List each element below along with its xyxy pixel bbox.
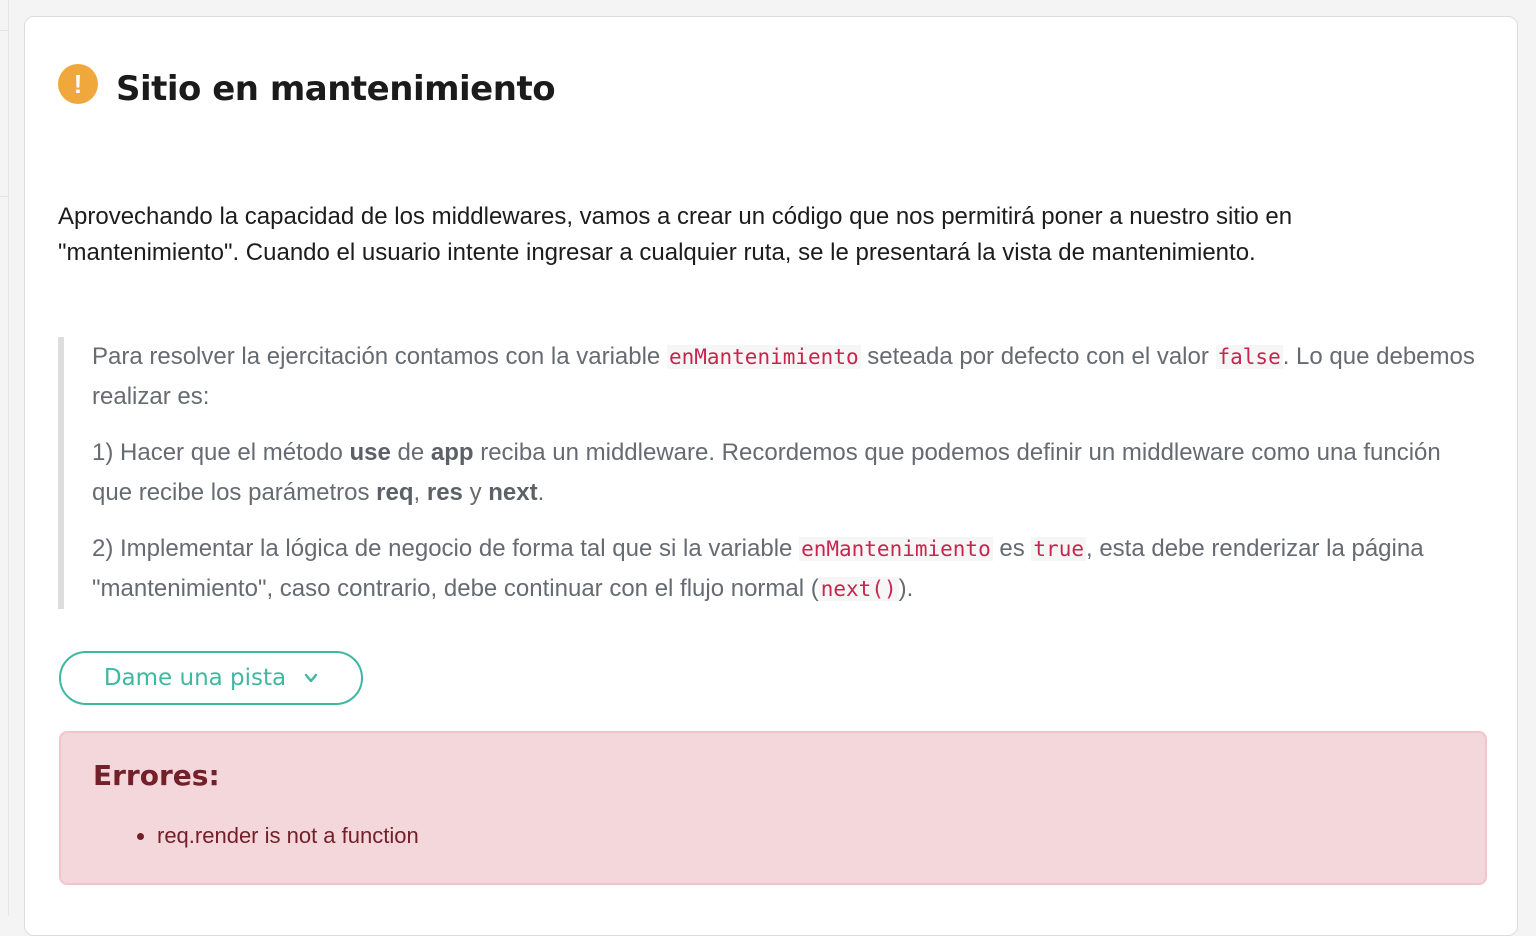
- text-span: .: [537, 479, 545, 506]
- text-span: es: [992, 535, 1032, 562]
- instructions-blockquote: Para resolver la ejercitación contamos c…: [58, 337, 1478, 609]
- text-span: y: [462, 479, 489, 506]
- bold-term: req: [376, 479, 414, 506]
- left-panel-divider: [0, 196, 8, 197]
- page-title: Sitio en mantenimiento: [116, 69, 556, 109]
- text-span: Para resolver la ejercitación contamos c…: [92, 343, 667, 370]
- bold-term: use: [349, 439, 391, 466]
- inline-code: false: [1215, 345, 1283, 369]
- hint-button-label: Dame una pista: [103, 665, 287, 691]
- exclamation-circle-icon: !: [58, 64, 98, 104]
- left-panel-edge: [0, 0, 9, 916]
- exclamation-glyph: !: [73, 69, 83, 99]
- text-span: de: [390, 439, 431, 466]
- text-span: 2) Implementar la lógica de negocio de f…: [92, 535, 800, 562]
- errors-list: req.render is not a function: [125, 821, 419, 851]
- bold-term: next: [488, 479, 538, 506]
- text-span: seteada por defecto con el valor: [860, 343, 1216, 370]
- inline-code: next(): [818, 577, 899, 601]
- left-panel-divider: [0, 30, 8, 31]
- bold-term: app: [430, 439, 474, 466]
- chevron-down-icon: [304, 673, 318, 683]
- inline-code: enMantenimiento: [799, 537, 993, 561]
- instruction-paragraph-1: Para resolver la ejercitación contamos c…: [92, 337, 1478, 417]
- instruction-paragraph-2: 1) Hacer que el método use de app reciba…: [92, 433, 1478, 513]
- exercise-header: ! Sitio en mantenimiento: [58, 64, 556, 109]
- errors-title: Errores:: [93, 759, 220, 792]
- exercise-card: ! Sitio en mantenimiento Aprovechando la…: [24, 16, 1518, 936]
- hint-button[interactable]: Dame una pista: [59, 651, 363, 705]
- bold-term: res: [426, 479, 463, 506]
- inline-code: true: [1031, 537, 1086, 561]
- errors-alert: Errores: req.render is not a function: [59, 731, 1487, 885]
- instruction-paragraph-3: 2) Implementar la lógica de negocio de f…: [92, 529, 1478, 609]
- text-span: 1) Hacer que el método: [92, 439, 350, 466]
- text-span: ,: [413, 479, 427, 506]
- error-item: req.render is not a function: [157, 821, 419, 851]
- intro-paragraph: Aprovechando la capacidad de los middlew…: [58, 203, 1293, 266]
- inline-code: enMantenimiento: [666, 345, 861, 369]
- text-span: ).: [898, 575, 914, 602]
